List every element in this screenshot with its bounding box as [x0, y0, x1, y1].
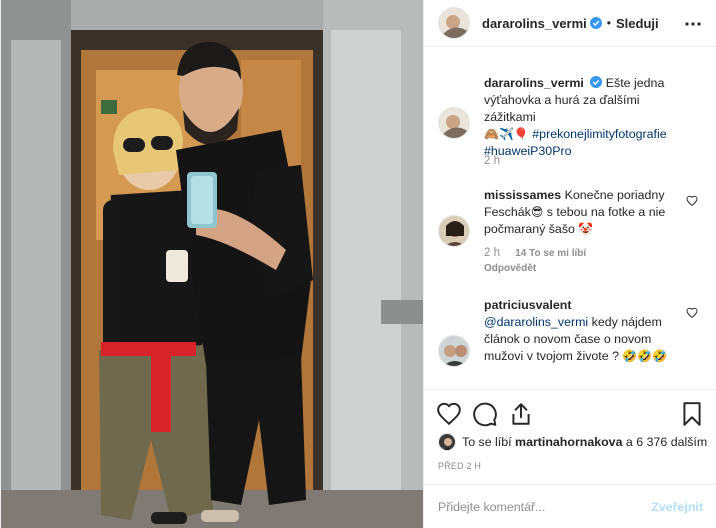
caption-text: dararolins_vermi Ešte jedna výťahovka a …: [484, 75, 684, 160]
liker-username[interactable]: martinahornakova: [515, 435, 622, 449]
caption-verified-badge-icon: [590, 76, 603, 88]
commenter-avatar-image: [439, 216, 469, 246]
heart-icon[interactable]: [436, 401, 462, 427]
comment-time[interactable]: 2 h: [484, 247, 500, 259]
add-comment-bar: Zveřejnit: [424, 484, 716, 528]
commenter-username[interactable]: mississames: [484, 188, 561, 202]
share-icon[interactable]: [508, 401, 534, 427]
comment-like-heart-icon[interactable]: [686, 195, 698, 207]
comment-likes[interactable]: 14 To se mi líbí: [515, 248, 586, 259]
commenter-avatar-image: [439, 336, 469, 366]
author-avatar-image: [439, 8, 469, 38]
reply-button[interactable]: Odpovědět: [484, 263, 536, 274]
action-bar: [424, 389, 716, 439]
comment-mention[interactable]: @dararolins_vermi: [484, 315, 588, 329]
likes-prefix: To se líbí: [462, 435, 512, 449]
caption-author-avatar-image: [439, 108, 469, 138]
more-options-icon[interactable]: [683, 14, 703, 34]
comment-icon[interactable]: [472, 401, 498, 427]
following-button[interactable]: Sleduji: [616, 16, 659, 31]
comment-text: patriciusvalent @dararolins_vermi kedy n…: [484, 297, 674, 365]
comment-text: mississames Konečne poriadny Feschák😎 s …: [484, 187, 684, 238]
caption-username[interactable]: dararolins_vermi: [484, 76, 584, 90]
post-side-panel: dararolins_vermi • Sleduji dararolins_ve…: [423, 0, 716, 528]
liker-avatar[interactable]: [438, 433, 456, 451]
post-time-ago[interactable]: PŘED 2 H: [438, 461, 481, 471]
caption-item: dararolins_vermi Ešte jedna výťahovka a …: [438, 73, 708, 183]
author-username[interactable]: dararolins_vermi: [482, 16, 587, 31]
comment-meta: 2 h 14 To se mi líbí: [484, 247, 586, 259]
instagram-post: dararolins_vermi • Sleduji dararolins_ve…: [0, 0, 716, 528]
comments-list[interactable]: dararolins_vermi Ešte jedna výťahovka a …: [424, 47, 716, 389]
liker-avatar-image: [439, 434, 455, 450]
commenter-avatar[interactable]: [438, 215, 470, 247]
verified-badge-icon: [589, 17, 602, 29]
elevator-selfie-illustration: [1, 0, 423, 528]
caption-author-avatar[interactable]: [438, 107, 470, 139]
comment-emoji: 🤣🤣🤣: [622, 349, 668, 363]
post-header: dararolins_vermi • Sleduji: [424, 0, 716, 47]
author-avatar[interactable]: [438, 7, 470, 39]
comment-input[interactable]: [438, 499, 652, 514]
comment-item: mississames Konečne poriadny Feschák😎 s …: [438, 187, 708, 277]
post-photo[interactable]: [1, 0, 423, 528]
comment-like-heart-icon[interactable]: [686, 307, 698, 319]
likes-count[interactable]: a 6 376 dalším: [626, 435, 707, 449]
comment-item: patriciusvalent @dararolins_vermi kedy n…: [438, 297, 708, 387]
post-comment-button[interactable]: Zveřejnit: [651, 500, 703, 514]
hashtag-prekonejlimity[interactable]: #prekonejlimityfotografie: [532, 127, 666, 141]
caption-time[interactable]: 2 h: [484, 155, 500, 167]
comment-emoji: 🤡: [578, 222, 594, 236]
commenter-username[interactable]: patriciusvalent: [484, 298, 571, 312]
commenter-avatar[interactable]: [438, 335, 470, 367]
likes-summary: To se líbí martinahornakova a 6 376 dalš…: [438, 433, 707, 451]
comment-emoji: 😎: [530, 205, 544, 219]
header-separator: •: [606, 16, 611, 30]
caption-emojis: 🙈✈️🎈: [484, 127, 529, 141]
bookmark-icon[interactable]: [679, 401, 705, 427]
